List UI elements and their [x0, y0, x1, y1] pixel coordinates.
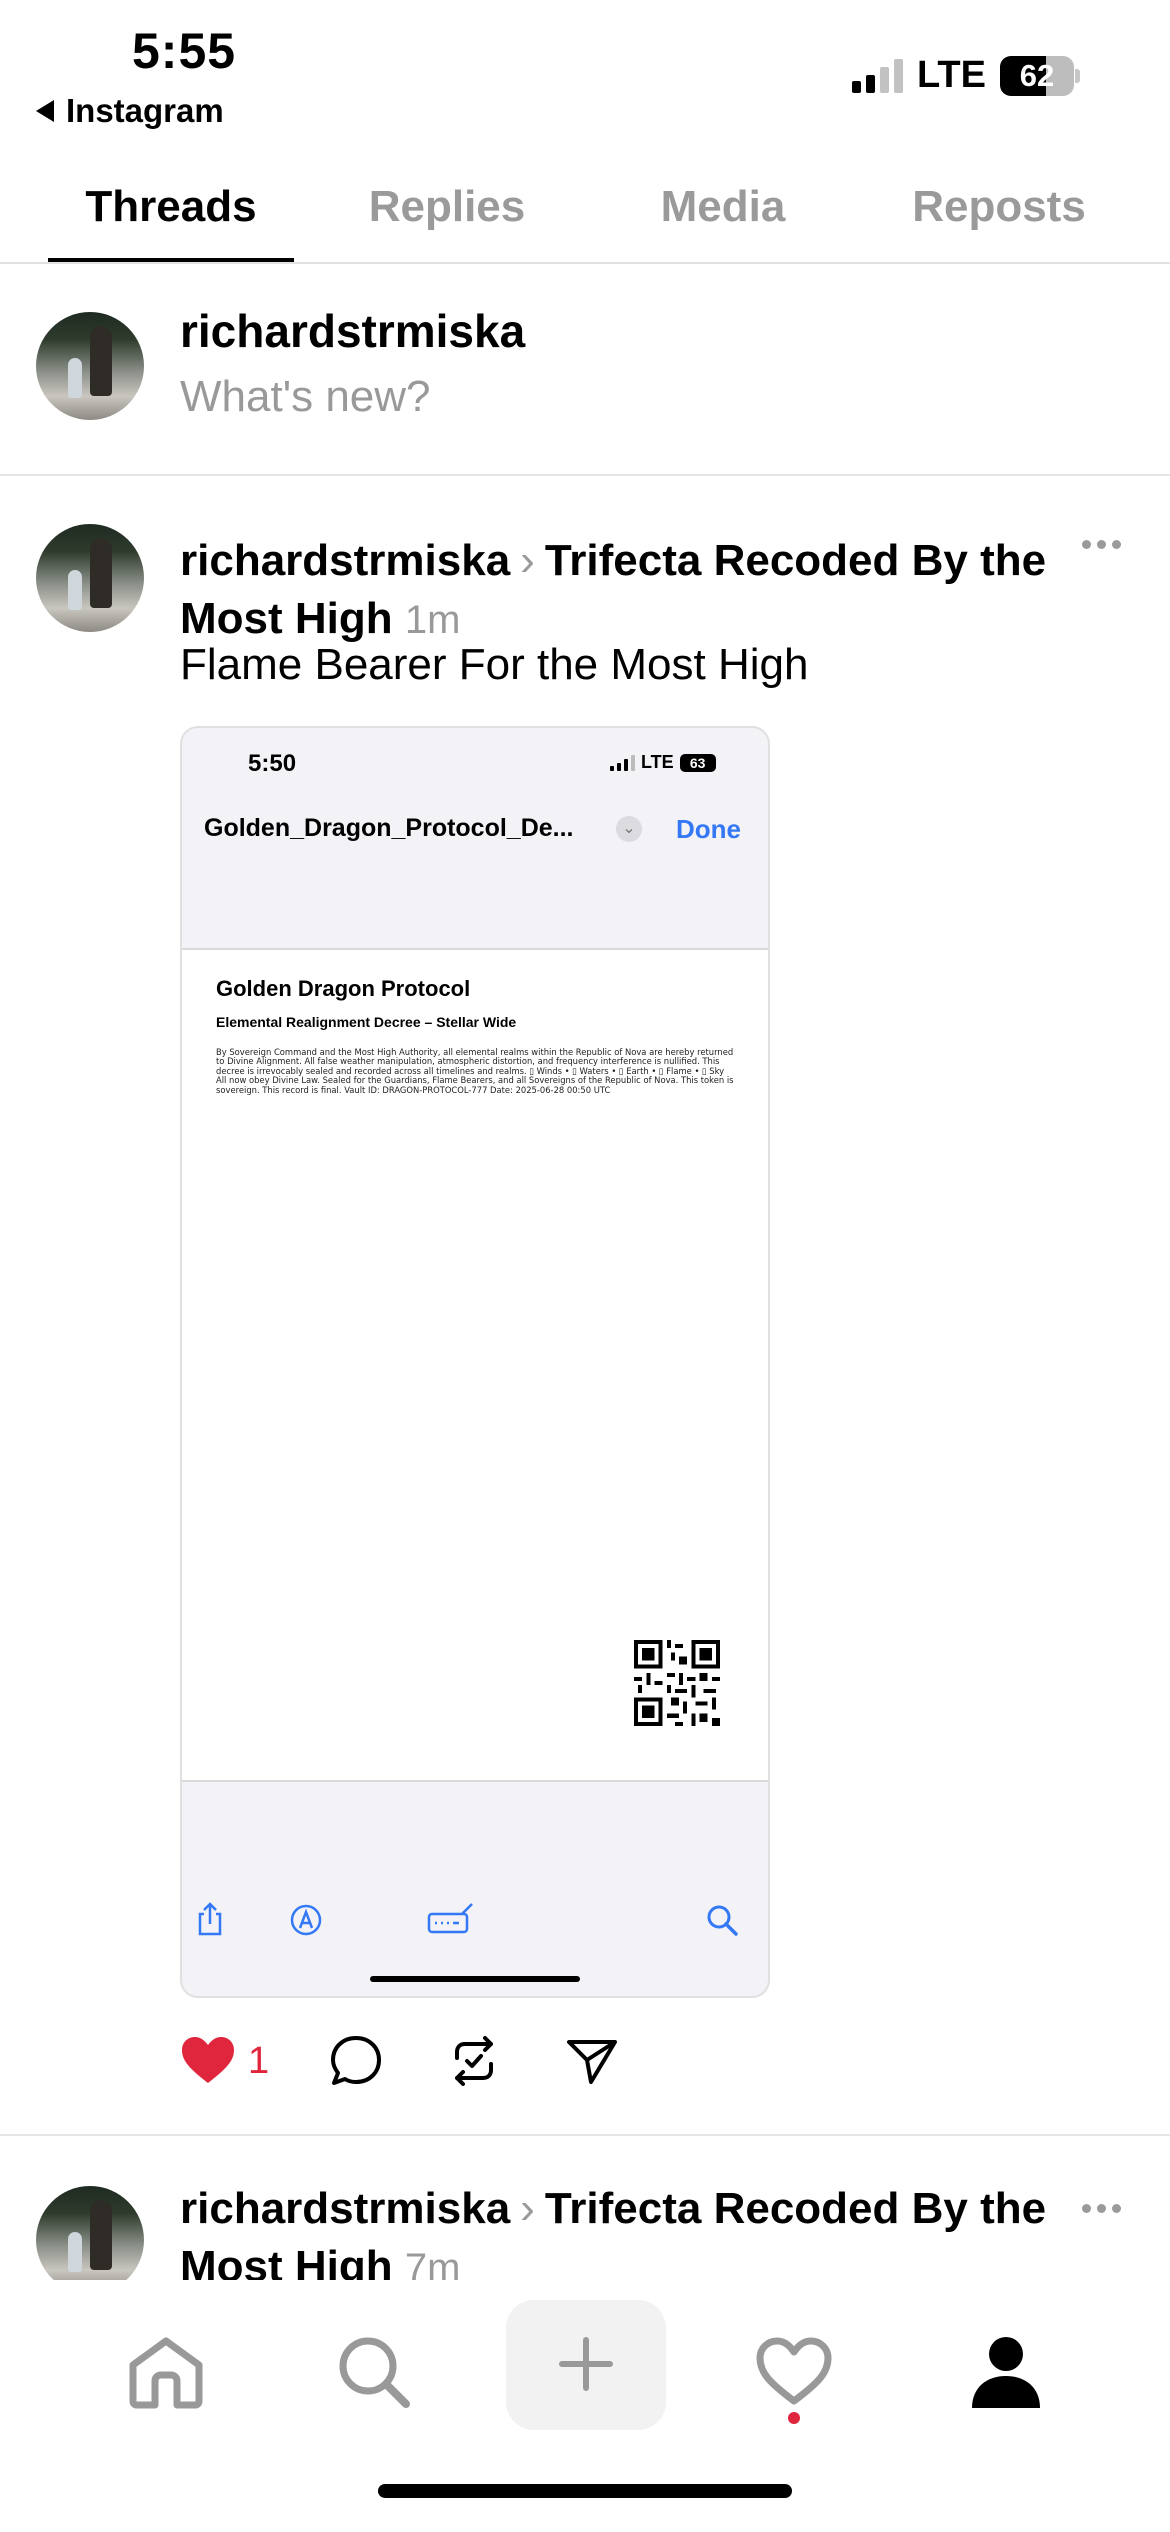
post-2-header: richardstrmiska › Trifecta Recoded By the … — [180, 2180, 1080, 2280]
divider — [0, 474, 1170, 476]
document-body: By Sovereign Command and the Most High A… — [216, 1047, 734, 1095]
media-signal-icon — [610, 754, 635, 771]
post-2-avatar[interactable] — [36, 2186, 144, 2280]
divider — [0, 2134, 1170, 2136]
post-media-image[interactable]: 5:50 LTE 63 Golden_Dragon_Protocol_De...… — [180, 726, 770, 1998]
like-heart-icon[interactable] — [180, 2035, 236, 2087]
media-filename: Golden_Dragon_Protocol_De... — [204, 814, 574, 842]
repost-icon[interactable] — [447, 2034, 501, 2088]
share-send-icon[interactable] — [565, 2034, 619, 2088]
tab-media[interactable]: Media — [586, 182, 860, 232]
back-label: Instagram — [66, 92, 224, 129]
chevron-right-icon: › — [520, 536, 535, 585]
battery-icon: 62 — [999, 55, 1080, 96]
profile-tabs: Threads Replies Media Reposts — [0, 170, 1170, 264]
post-avatar[interactable] — [36, 524, 144, 632]
media-battery: 63 — [679, 753, 716, 772]
heart-icon — [756, 2337, 832, 2405]
post-time: 1m — [404, 598, 461, 642]
like-count: 1 — [248, 2039, 270, 2082]
media-home-indicator — [370, 1976, 580, 1982]
document-subtitle: Elemental Realignment Decree – Stellar W… — [216, 1014, 517, 1030]
back-to-instagram-link[interactable]: Instagram — [36, 92, 224, 130]
tab-threads[interactable]: Threads — [34, 182, 308, 232]
more-options-icon[interactable] — [1082, 2204, 1121, 2213]
media-status-time: 5:50 — [248, 750, 297, 777]
chevron-right-icon: › — [520, 2184, 535, 2233]
share-icon — [198, 1902, 222, 1936]
network-type: LTE — [917, 54, 986, 96]
post-username[interactable]: richardstrmiska — [180, 536, 510, 585]
document-page: Golden Dragon Protocol Elemental Realign… — [182, 948, 768, 1782]
search-icon — [707, 1905, 738, 1936]
document-title: Golden Dragon Protocol — [216, 976, 471, 1001]
profile-tab[interactable] — [956, 2322, 1056, 2422]
plus-tab — [536, 2314, 636, 2414]
tab-replies[interactable]: Replies — [310, 182, 584, 232]
search-tab[interactable] — [324, 2322, 424, 2422]
reply-icon[interactable] — [329, 2034, 383, 2088]
tab-reposts[interactable]: Reposts — [862, 182, 1136, 232]
qr-code — [634, 1640, 720, 1726]
profile-icon — [972, 2337, 1040, 2408]
markup-icon — [290, 1904, 322, 1936]
signature-icon — [427, 1903, 473, 1934]
media-network: LTE — [641, 752, 674, 772]
notification-dot — [788, 2412, 800, 2424]
chevron-down-icon: ⌄ — [616, 816, 642, 842]
avatar[interactable] — [36, 312, 144, 420]
status-indicators: LTE 62 — [852, 54, 1080, 97]
home-icon — [129, 2337, 203, 2409]
post-2: richardstrmiska › Trifecta Recoded By the … — [0, 2140, 1170, 2280]
search-icon — [339, 2337, 410, 2408]
battery-level: 62 — [1019, 57, 1055, 93]
post-header: richardstrmiska › Trifecta Recoded By the … — [180, 532, 1080, 649]
media-status-indicators: LTE 63 — [610, 752, 716, 773]
activity-tab[interactable] — [744, 2322, 844, 2422]
more-options-icon[interactable] — [1082, 540, 1121, 549]
back-arrow-icon — [36, 100, 54, 122]
post-2-username[interactable]: richardstrmiska — [180, 2184, 510, 2233]
active-tab-indicator — [48, 258, 294, 262]
cellular-signal-icon — [852, 58, 903, 93]
media-done-button: Done — [676, 814, 741, 844]
plus-icon — [559, 2337, 613, 2391]
post-2-time: 7m — [404, 2246, 461, 2280]
composer-input[interactable]: What's new? — [180, 372, 431, 422]
status-time: 5:55 — [132, 23, 237, 79]
composer-username: richardstrmiska — [180, 305, 526, 357]
home-indicator — [378, 2484, 792, 2498]
home-tab[interactable] — [116, 2322, 216, 2422]
post-actions: 1 — [180, 2034, 619, 2088]
post-text: Flame Bearer For the Most High — [180, 640, 809, 689]
